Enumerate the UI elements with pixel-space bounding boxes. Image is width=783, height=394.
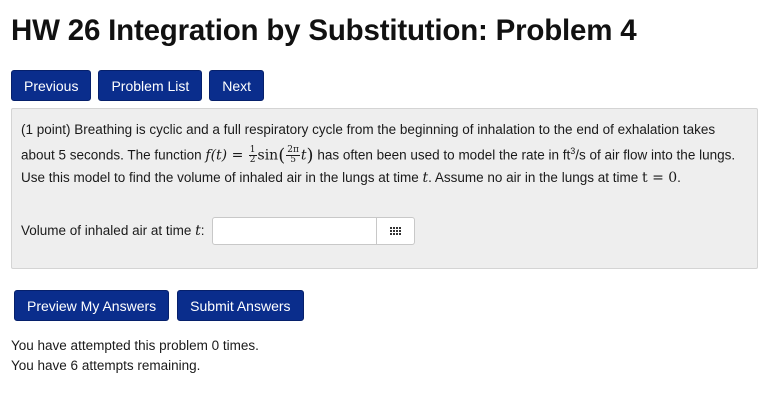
previous-button[interactable]: Previous [11,70,92,101]
problem-text-part-5: . [677,169,681,185]
problem-text-part-4: . Assume no air in the lungs at time [428,169,639,185]
sin-function: sin [257,147,279,163]
answer-label-colon: : [200,223,205,238]
problem-nav: Previous Problem List Next [11,70,265,101]
answer-input[interactable] [211,217,377,245]
problem-list-button[interactable]: Problem List [98,70,203,101]
answer-label: Volume of inhaled air at time t: [21,223,205,239]
problem-statement: (1 point) Breathing is cyclic and a full… [21,119,751,189]
left-paren: ( [278,144,286,166]
problem-text-part-2: has often been used to model the rate in… [317,147,571,162]
submit-answers-button[interactable]: Submit Answers [177,290,304,321]
problem-points: (1 point) [21,122,71,137]
page-title: HW 26 Integration by Substitution: Probl… [11,14,637,47]
answer-label-text: Volume of inhaled air at time [21,223,192,238]
grid-icon [389,227,401,235]
answer-row: Volume of inhaled air at time t: [21,217,415,245]
next-button[interactable]: Next [209,70,265,101]
attempts-remaining-text: You have 6 attempts remaining. [11,358,201,373]
fraction-one-half: 12 [248,145,257,165]
attempts-made-text: You have attempted this problem 0 times. [11,338,259,353]
fraction-denominator: 5 [290,154,296,165]
initial-condition: t = 0 [642,169,678,186]
right-paren: ) [306,144,314,166]
preview-answers-button[interactable]: Preview My Answers [14,290,170,321]
answer-actions: Preview My Answers Submit Answers [14,290,304,321]
attempt-status: You have attempted this problem 0 times.… [11,336,259,376]
equation-editor-button[interactable] [376,217,415,245]
problem-panel: (1 point) Breathing is cyclic and a full… [11,108,758,269]
fraction-denominator: 2 [249,154,256,165]
fraction-two-pi-over-five: 2π 5 [286,145,300,165]
function-definition: f(t) = [205,147,248,163]
